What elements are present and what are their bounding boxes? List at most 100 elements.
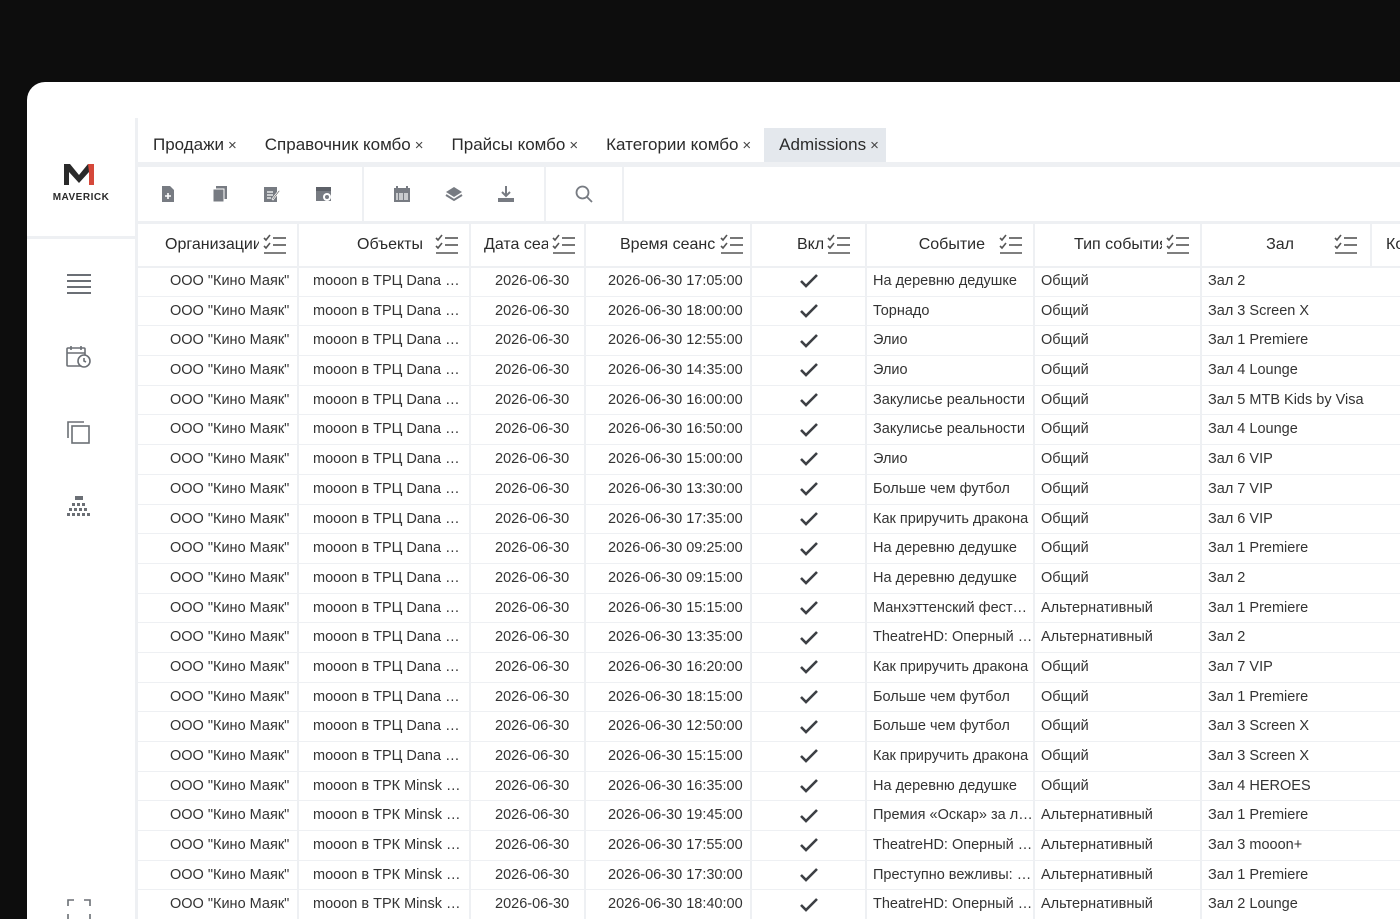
tab-combo-prices[interactable]: Прайсы комбо × xyxy=(437,128,586,162)
table-row[interactable]: ООО "Кино Маяк" mooon в ТРЦ Dana Mall 2026… xyxy=(138,445,1400,475)
column-header-organization[interactable]: Организации xyxy=(138,224,299,266)
close-icon[interactable]: × xyxy=(228,137,237,154)
close-icon[interactable]: × xyxy=(415,137,424,154)
table-row[interactable]: ООО "Кино Маяк" mooon в ТРЦ Dana Mall 2026… xyxy=(138,534,1400,564)
copy-icon[interactable] xyxy=(206,180,234,208)
cell-event: TheatreHD: Оперный сезон xyxy=(867,623,1035,652)
fullscreen-icon[interactable] xyxy=(65,896,93,919)
cell-organization: ООО "Кино Маяк" xyxy=(158,474,299,504)
calendar-settings-icon[interactable] xyxy=(310,180,338,208)
filter-list-icon[interactable] xyxy=(263,234,287,256)
check-icon xyxy=(799,779,818,793)
toolbar-group-tools xyxy=(364,167,546,221)
tab-sales[interactable]: Продажи × xyxy=(138,128,244,162)
table-row[interactable]: ООО "Кино Маяк" mooon в ТРЦ Dana Mall 2026… xyxy=(138,652,1400,683)
table-row[interactable]: ООО "Кино Маяк" mooon в ТРЦ Dana Mall 2026… xyxy=(138,474,1400,505)
download-icon[interactable] xyxy=(492,180,520,208)
filter-list-icon[interactable] xyxy=(999,234,1023,256)
layers-icon[interactable] xyxy=(440,180,468,208)
column-header-objects[interactable]: Объекты xyxy=(299,224,471,266)
table-row[interactable]: ООО "Кино Маяк" mooon в ТРЦ Dana Mall 2026… xyxy=(138,385,1400,416)
filter-list-icon[interactable] xyxy=(1334,234,1358,256)
cell-organization: ООО "Кино Маяк" xyxy=(158,563,299,593)
cell-session-date: 2026-06-30 xyxy=(471,445,586,474)
cell-event: Элио xyxy=(867,445,1035,474)
cell-enabled xyxy=(752,385,867,415)
table-row[interactable]: ООО "Кино Маяк" mooon в ТРЦ Dana Mall 2026… xyxy=(138,593,1400,624)
filter-list-icon[interactable] xyxy=(435,234,459,256)
table-row[interactable]: ООО "Кино Маяк" mooon в ТРК Minsk City 202… xyxy=(138,890,1400,919)
table-row[interactable]: ООО "Кино Маяк" mooon в ТРК Minsk City 202… xyxy=(138,801,1400,832)
close-icon[interactable]: × xyxy=(569,137,578,154)
table-row[interactable]: ООО "Кино Маяк" mooon в ТРЦ Dana Mall 2026… xyxy=(138,623,1400,653)
table-row[interactable]: ООО "Кино Маяк" mooon в ТРЦ Dana Mall 2026… xyxy=(138,682,1400,713)
search-icon[interactable] xyxy=(570,180,598,208)
column-header-session-date[interactable]: Дата сеанса xyxy=(471,224,586,266)
table-row[interactable]: ООО "Кино Маяк" mooon в ТРЦ Dana Mall 2026… xyxy=(138,742,1400,772)
table-row[interactable]: ООО "Кино Маяк" mooon в ТРК Minsk City 202… xyxy=(138,771,1400,802)
cell-hall: Зал 7 VIP xyxy=(1208,480,1273,497)
column-header-event-type[interactable]: Тип события xyxy=(1035,224,1202,266)
cell-object: mooon в ТРЦ Dana Mall xyxy=(299,326,471,356)
close-icon[interactable]: × xyxy=(870,137,879,154)
table-row[interactable]: ООО "Кино Маяк" mooon в ТРЦ Dana Mall 2026… xyxy=(138,504,1400,535)
tab-admissions[interactable]: Admissions × xyxy=(764,128,886,162)
column-header-enabled[interactable]: Включен xyxy=(752,224,867,266)
table-row[interactable]: ООО "Кино Маяк" mooon в ТРК Minsk City 202… xyxy=(138,831,1400,861)
cell-event: Торнадо xyxy=(867,296,1035,326)
cell-object: mooon в ТРЦ Dana Mall xyxy=(299,682,471,712)
cell-object: mooon в ТРЦ Dana Mall xyxy=(299,267,471,296)
cell-event: Элио xyxy=(867,356,1035,385)
cell-hall: Зал 1 Premiere xyxy=(1208,332,1309,349)
cell-object: mooon в ТРЦ Dana Mall xyxy=(299,563,471,593)
column-header-more[interactable]: Ко xyxy=(1372,224,1400,266)
cell-object: mooon в ТРЦ Dana Mall xyxy=(299,712,471,741)
tab-label: Admissions xyxy=(779,135,867,154)
column-header-event[interactable]: Событие xyxy=(867,224,1035,266)
edit-icon[interactable] xyxy=(258,180,286,208)
table-row[interactable]: ООО "Кино Маяк" mooon в ТРЦ Dana Mall 2026… xyxy=(138,356,1400,386)
table-row[interactable]: ООО "Кино Маяк" mooon в ТРЦ Dana Mall 2026… xyxy=(138,712,1400,742)
cell-object: mooon в ТРЦ Dana Mall xyxy=(299,474,471,504)
cell-enabled xyxy=(752,890,867,919)
close-icon[interactable]: × xyxy=(742,137,751,154)
check-icon xyxy=(799,333,818,348)
tab-combo-categories[interactable]: Категории комбо × xyxy=(591,128,758,162)
tab-combo-reference[interactable]: Справочник комбо × xyxy=(250,128,431,162)
cell-session-time: 2026-06-30 14:35:00 xyxy=(586,356,752,385)
maverick-logo[interactable]: MAVERICK xyxy=(27,118,135,239)
cell-object: mooon в ТРЦ Dana Mall xyxy=(299,356,471,385)
cell-hall: Зал 3 mooon+ xyxy=(1208,837,1303,854)
table-row[interactable]: ООО "Кино Маяк" mooon в ТРЦ Dana Mall 2026… xyxy=(138,415,1400,446)
cell-event: Как приручить дракона xyxy=(867,504,1035,534)
cell-organization: ООО "Кино Маяк" xyxy=(158,593,299,623)
cell-session-time: 2026-06-30 16:20:00 xyxy=(586,652,752,682)
copy-window-icon[interactable] xyxy=(65,418,93,446)
table-row[interactable]: ООО "Кино Маяк" mooon в ТРЦ Dana Mall 2026… xyxy=(138,267,1400,297)
cell-session-time: 2026-06-30 12:50:00 xyxy=(586,712,752,741)
cell-event-type: Общий xyxy=(1035,534,1202,563)
calendar-clock-icon[interactable] xyxy=(65,343,93,371)
column-header-session-time[interactable]: Время сеанса xyxy=(586,224,752,266)
cell-organization: ООО "Кино Маяк" xyxy=(158,890,299,919)
menu-icon[interactable] xyxy=(65,270,93,298)
new-document-icon[interactable] xyxy=(154,180,182,208)
check-icon xyxy=(799,600,818,615)
cell-object: mooon в ТРЦ Dana Mall xyxy=(299,534,471,563)
column-header-hall[interactable]: Зал xyxy=(1202,224,1372,266)
barcode-calendar-icon[interactable] xyxy=(388,180,416,208)
cinema-seats-icon[interactable] xyxy=(65,493,93,521)
check-icon xyxy=(799,660,818,675)
cell-organization: ООО "Кино Маяк" xyxy=(158,326,299,356)
table-row[interactable]: ООО "Кино Маяк" mooon в ТРК Minsk City 202… xyxy=(138,860,1400,891)
table-row[interactable]: ООО "Кино Маяк" mooon в ТРЦ Dana Mall 2026… xyxy=(138,563,1400,594)
table-row[interactable]: ООО "Кино Маяк" mooon в ТРЦ Dana Mall 2026… xyxy=(138,326,1400,357)
cell-enabled xyxy=(752,860,867,890)
cell-hall: Зал 3 Screen X xyxy=(1208,748,1310,764)
filter-list-icon[interactable] xyxy=(1166,234,1190,256)
cell-organization: ООО "Кино Маяк" xyxy=(158,267,299,296)
filter-list-icon[interactable] xyxy=(552,234,576,256)
table-row[interactable]: ООО "Кино Маяк" mooon в ТРЦ Dana Mall 2026… xyxy=(138,296,1400,327)
filter-list-icon[interactable] xyxy=(720,234,744,256)
filter-list-icon[interactable] xyxy=(827,234,851,256)
